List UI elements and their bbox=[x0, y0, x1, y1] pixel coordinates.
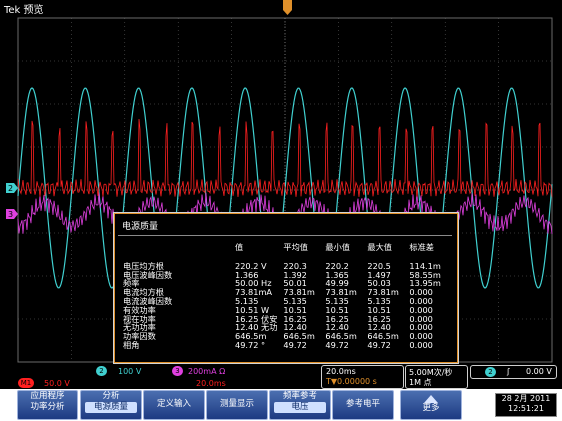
col-header: 值 bbox=[235, 242, 244, 252]
softkey-label: 参考电平 bbox=[345, 399, 380, 409]
divider bbox=[118, 235, 452, 236]
cell-mean: 49.72 bbox=[283, 339, 307, 350]
softkey-label: 更多 bbox=[422, 403, 440, 413]
col-header: 最大值 bbox=[367, 242, 392, 252]
up-arrow-icon bbox=[424, 395, 438, 403]
col-header: 标准差 bbox=[409, 242, 434, 252]
power-quality-panel: 电源质量 值 平均值 最小值 最大值 标准差 电压均方根 220.2 V 220.3… bbox=[113, 212, 459, 364]
time: 12:51:21 bbox=[508, 404, 544, 413]
col-name bbox=[120, 243, 232, 262]
softkey-frequency-reference[interactable]: 频率参考 电压 bbox=[269, 390, 331, 420]
cell-val: 49.72 ° bbox=[235, 339, 266, 350]
cell-max: 49.72 bbox=[367, 339, 391, 350]
math-badge: M1 bbox=[18, 378, 34, 388]
table-header: 值 平均值 最小值 最大值 标准差 bbox=[120, 243, 448, 262]
trigger-source-badge: 2 bbox=[485, 367, 496, 377]
date: 28 2月 2011 bbox=[501, 394, 551, 403]
ch2-badge: 2 bbox=[96, 366, 107, 376]
softkey-selected-value: 电压 bbox=[274, 402, 326, 413]
col-header: 最小值 bbox=[325, 242, 350, 252]
col-header: 平均值 bbox=[283, 242, 308, 252]
results-table: 值 平均值 最小值 最大值 标准差 电压均方根 220.2 V 220.3 220.2… bbox=[120, 243, 448, 350]
softkey-line1: 分析 bbox=[102, 391, 120, 401]
delay: T▼0.00000 s bbox=[326, 377, 377, 386]
record-length: 1M 点 bbox=[409, 378, 432, 387]
ch3-position-marker[interactable]: 3 bbox=[6, 209, 18, 219]
svg-text:2: 2 bbox=[8, 184, 13, 193]
softkey-line1: 应用程序 bbox=[30, 391, 65, 401]
trigger-slope-icon: ʃ bbox=[507, 367, 510, 376]
softkey-label: 测量显示 bbox=[219, 399, 254, 409]
ch2-position-marker[interactable]: 2 bbox=[6, 183, 18, 193]
horizontal-readout[interactable]: 20.0ms T▼0.00000 s bbox=[321, 365, 404, 389]
acquisition-readout[interactable]: 5.00M次/秒 1M 点 bbox=[405, 365, 468, 389]
softkey-reference-levels[interactable]: 参考电平 bbox=[332, 390, 394, 420]
table-row: 相角 49.72 ° 49.72 49.72 49.72 0.000 bbox=[120, 341, 448, 350]
softkey-define-inputs[interactable]: 定义输入 bbox=[143, 390, 205, 420]
oscilloscope-screen: Tek 预览 23 电源质量 值 平均值 最小值 最大值 标准差 电压均方根 22… bbox=[0, 0, 562, 421]
softkey-label: 定义输入 bbox=[156, 399, 191, 409]
panel-title: 电源质量 bbox=[122, 222, 159, 232]
softkey-more[interactable]: 更多 bbox=[400, 390, 462, 420]
trigger-level: 0.00 V bbox=[526, 367, 552, 376]
channel-markers[interactable]: 23 bbox=[6, 183, 18, 219]
softkey-measurement-display[interactable]: 测量显示 bbox=[206, 390, 268, 420]
softkey-application[interactable]: 应用程序 功率分析 bbox=[17, 390, 78, 420]
trigger-readout[interactable]: 2 ʃ 0.00 V bbox=[470, 365, 557, 379]
timebase: 20.0ms bbox=[326, 367, 356, 376]
date-time-display: 28 2月 2011 12:51:21 bbox=[495, 393, 557, 417]
softkey-line2: 功率分析 bbox=[30, 402, 65, 412]
softkey-analysis[interactable]: 分析 电源质量 bbox=[80, 390, 142, 420]
ch3-badge: 3 bbox=[172, 366, 183, 376]
cell-std: 0.000 bbox=[409, 339, 433, 350]
cell-min: 49.72 bbox=[325, 339, 349, 350]
softkey-selected-value: 电源质量 bbox=[85, 402, 137, 413]
cell-name: 相角 bbox=[123, 339, 140, 350]
svg-text:3: 3 bbox=[8, 210, 13, 219]
softkey-line1: 频率参考 bbox=[282, 391, 317, 401]
